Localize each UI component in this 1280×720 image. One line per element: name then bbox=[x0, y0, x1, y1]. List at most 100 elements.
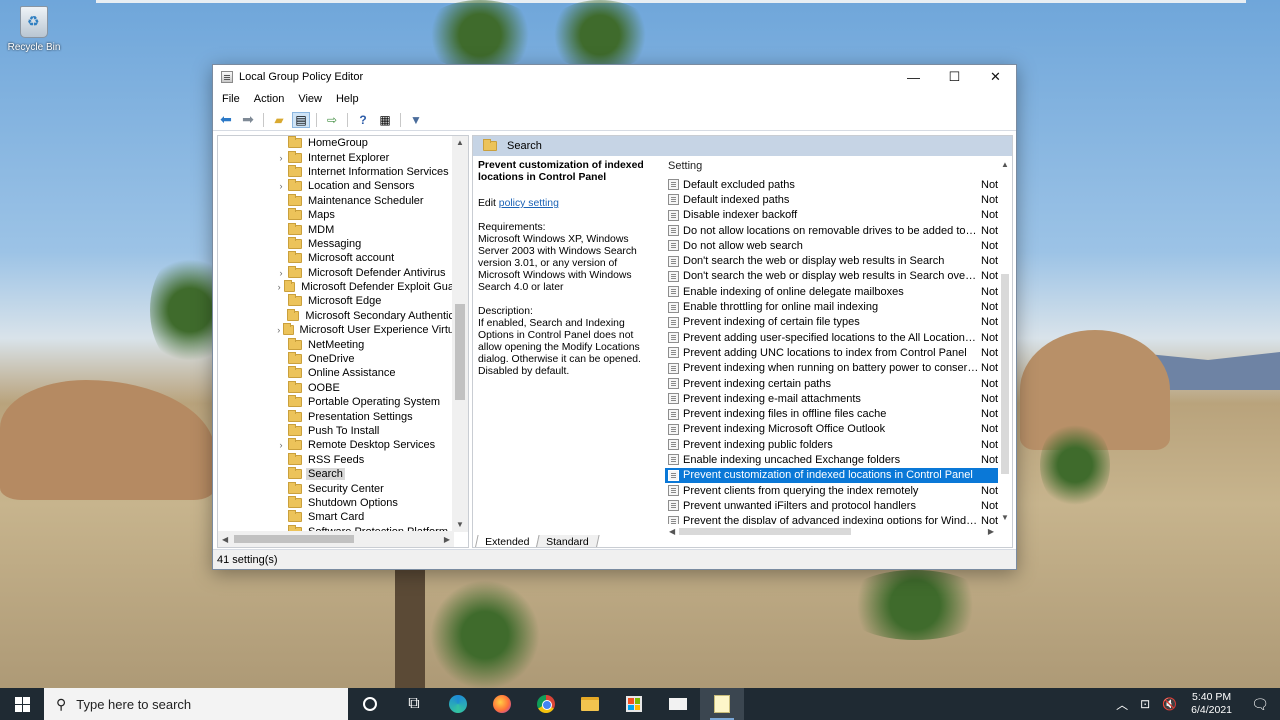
setting-row[interactable]: Do not allow locations on removable driv… bbox=[665, 223, 998, 238]
setting-row[interactable]: Prevent indexing files in offline files … bbox=[665, 406, 998, 421]
scroll-right-icon[interactable]: ▶ bbox=[988, 527, 994, 536]
scroll-right-icon[interactable]: ▶ bbox=[444, 535, 450, 544]
tree-vertical-scrollbar[interactable]: ▲ ▼ bbox=[452, 136, 468, 532]
tree-hscroll-thumb[interactable] bbox=[234, 535, 354, 543]
scroll-down-icon[interactable]: ▼ bbox=[998, 513, 1012, 522]
firefox-taskbar-button[interactable] bbox=[480, 688, 524, 720]
scroll-left-icon[interactable]: ◀ bbox=[222, 535, 228, 544]
menu-view[interactable]: View bbox=[291, 93, 329, 105]
tree-item[interactable]: Portable Operating System bbox=[218, 395, 454, 409]
setting-row[interactable]: Prevent indexing Microsoft Office Outloo… bbox=[665, 422, 998, 437]
tree-item[interactable]: Microsoft Edge bbox=[218, 294, 454, 308]
setting-row[interactable]: Prevent adding UNC locations to index fr… bbox=[665, 345, 998, 360]
edit-policy-setting-link[interactable]: policy setting bbox=[499, 198, 559, 209]
setting-row[interactable]: Prevent indexing of certain file types No… bbox=[665, 315, 998, 330]
tree-item[interactable]: Search bbox=[218, 467, 454, 481]
cortana-button[interactable] bbox=[348, 688, 392, 720]
setting-row[interactable]: Prevent indexing public folders Not bbox=[665, 437, 998, 452]
menu-file[interactable]: File bbox=[215, 93, 247, 105]
tree-item[interactable]: OneDrive bbox=[218, 352, 454, 366]
tree-item[interactable]: › Internet Explorer bbox=[218, 150, 454, 164]
setting-row[interactable]: Default indexed paths Not bbox=[665, 192, 998, 207]
setting-row[interactable]: Prevent unwanted iFilters and protocol h… bbox=[665, 498, 998, 513]
settings-column-header[interactable]: Setting bbox=[665, 156, 1012, 176]
setting-row[interactable]: Enable indexing of online delegate mailb… bbox=[665, 284, 998, 299]
tree-item[interactable]: Maps bbox=[218, 208, 454, 222]
tab-standard[interactable]: Standard bbox=[535, 535, 600, 547]
menu-help[interactable]: Help bbox=[329, 93, 366, 105]
edge-taskbar-button[interactable] bbox=[436, 688, 480, 720]
tree-item[interactable]: Microsoft Secondary Authentic bbox=[218, 308, 454, 323]
mail-taskbar-button[interactable] bbox=[656, 688, 700, 720]
maximize-button[interactable]: ☐ bbox=[934, 65, 975, 89]
setting-row[interactable]: Default excluded paths Not bbox=[665, 177, 998, 192]
scroll-down-icon[interactable]: ▼ bbox=[452, 518, 468, 532]
expand-chevron-icon[interactable]: › bbox=[274, 325, 283, 335]
setting-row[interactable]: Enable throttling for online mail indexi… bbox=[665, 299, 998, 314]
export-list-icon[interactable]: ⇨ bbox=[323, 112, 341, 128]
tree-item[interactable]: › Location and Sensors bbox=[218, 179, 454, 193]
clock[interactable]: 5:40 PM 6/4/2021 bbox=[1183, 691, 1240, 717]
column-setting[interactable]: Setting bbox=[668, 160, 702, 172]
tab-extended[interactable]: Extended bbox=[474, 535, 540, 547]
menu-action[interactable]: Action bbox=[247, 93, 292, 105]
tree-item[interactable]: › Remote Desktop Services bbox=[218, 438, 454, 452]
tree-item[interactable]: Push To Install bbox=[218, 424, 454, 438]
start-button[interactable] bbox=[0, 688, 44, 720]
tree-item[interactable]: Internet Information Services bbox=[218, 164, 454, 179]
tree-horizontal-scrollbar[interactable]: ◀ ▶ bbox=[218, 531, 454, 547]
scroll-up-icon[interactable]: ▲ bbox=[452, 136, 468, 150]
forward-arrow-icon[interactable]: ➡ bbox=[239, 111, 257, 128]
setting-row[interactable]: Don't search the web or display web resu… bbox=[665, 253, 998, 268]
tree-item[interactable]: HomeGroup bbox=[218, 136, 454, 150]
task-view-button[interactable]: ⧉ bbox=[392, 688, 436, 720]
expand-chevron-icon[interactable]: › bbox=[274, 268, 288, 278]
back-arrow-icon[interactable]: ⬅ bbox=[217, 111, 235, 128]
tree-item[interactable]: › Microsoft Defender Exploit Gua bbox=[218, 280, 454, 294]
recycle-bin-shortcut[interactable]: Recycle Bin bbox=[4, 6, 64, 53]
settings-vertical-scrollbar[interactable]: ▲ ▼ bbox=[998, 156, 1012, 524]
setting-row[interactable]: Prevent indexing e-mail attachments Not bbox=[665, 391, 998, 406]
tree-item[interactable]: Messaging bbox=[218, 236, 454, 251]
expand-chevron-icon[interactable]: › bbox=[274, 153, 288, 163]
setting-row[interactable]: Prevent adding user-specified locations … bbox=[665, 330, 998, 345]
tree-item[interactable]: Presentation Settings bbox=[218, 409, 454, 423]
tree-item[interactable]: Shutdown Options bbox=[218, 495, 454, 510]
setting-row[interactable]: Disable indexer backoff Not bbox=[665, 208, 998, 223]
notifications-icon[interactable]: 🗨 bbox=[1240, 696, 1280, 713]
tree-item[interactable]: RSS Feeds bbox=[218, 452, 454, 467]
tree-scroll-thumb[interactable] bbox=[455, 304, 465, 400]
properties-icon[interactable]: ▦ bbox=[376, 112, 394, 128]
scroll-up-icon[interactable]: ▲ bbox=[998, 160, 1012, 169]
up-folder-icon[interactable]: ▰ bbox=[270, 112, 288, 128]
filter-icon[interactable]: ▼ bbox=[407, 112, 425, 128]
setting-row[interactable]: Enable indexing uncached Exchange folder… bbox=[665, 452, 998, 467]
setting-row[interactable]: Prevent customization of indexed locatio… bbox=[665, 467, 998, 483]
title-bar[interactable]: Local Group Policy Editor — ☐ ✕ bbox=[213, 65, 1016, 89]
tree-item[interactable]: NetMeeting bbox=[218, 337, 454, 351]
network-icon[interactable]: ⊡ bbox=[1134, 697, 1156, 711]
expand-chevron-icon[interactable]: › bbox=[274, 282, 284, 292]
tree-item[interactable]: › Microsoft User Experience Virtu bbox=[218, 323, 454, 337]
settings-hscroll-thumb[interactable] bbox=[679, 528, 851, 535]
setting-row[interactable]: Prevent clients from querying the index … bbox=[665, 483, 998, 498]
show-hidden-icons-chevron-icon[interactable]: ︿ bbox=[1110, 696, 1134, 713]
volume-muted-icon[interactable]: 🔇 bbox=[1156, 697, 1183, 711]
store-taskbar-button[interactable] bbox=[612, 688, 656, 720]
policy-editor-taskbar-button[interactable] bbox=[700, 688, 744, 720]
settings-scroll-thumb[interactable] bbox=[1001, 274, 1009, 474]
setting-row[interactable]: Do not allow web search Not bbox=[665, 238, 998, 253]
tree-item[interactable]: OOBE bbox=[218, 380, 454, 395]
tree-item[interactable]: Security Center bbox=[218, 481, 454, 495]
file-explorer-taskbar-button[interactable] bbox=[568, 688, 612, 720]
tree-item[interactable]: Online Assistance bbox=[218, 366, 454, 380]
expand-chevron-icon[interactable]: › bbox=[274, 440, 288, 450]
minimize-button[interactable]: — bbox=[893, 65, 934, 89]
close-button[interactable]: ✕ bbox=[975, 65, 1016, 89]
expand-chevron-icon[interactable]: › bbox=[274, 181, 288, 191]
setting-row[interactable]: Prevent indexing certain paths Not bbox=[665, 376, 998, 391]
tree-item[interactable]: Microsoft account bbox=[218, 251, 454, 265]
settings-horizontal-scrollbar[interactable]: ◀ ▶ bbox=[665, 524, 998, 538]
setting-row[interactable]: Prevent the display of advanced indexing… bbox=[665, 514, 998, 524]
help-icon[interactable]: ? bbox=[354, 112, 372, 128]
